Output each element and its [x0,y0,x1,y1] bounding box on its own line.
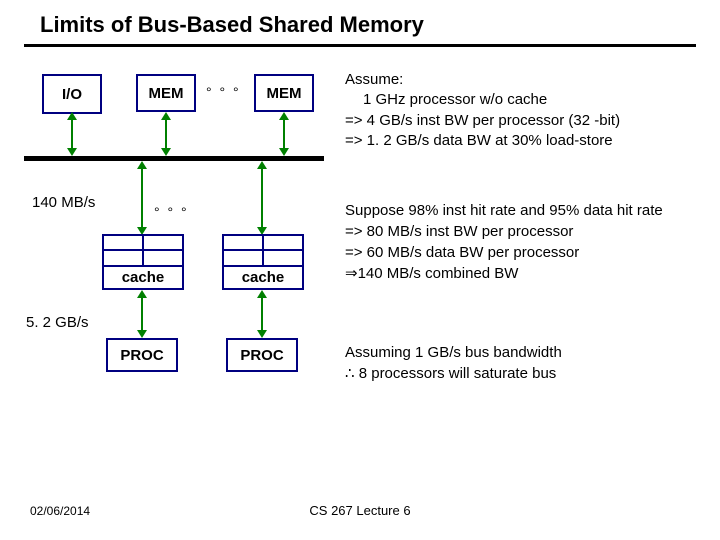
cache-box-1: cache [102,234,184,290]
io-box: I/O [42,74,102,114]
cache-label: cache [104,269,182,286]
bus-line [24,156,324,161]
conclude-l1: Assuming 1 GB/s bus bandwidth [345,344,562,361]
mem-box-2: MEM [254,74,314,112]
suppose-l3: ⇒140 MB/s combined BW [345,265,518,282]
suppose-l1: => 80 MB/s inst BW per processor [345,223,573,240]
assume-head: Assume: [345,71,403,88]
label-140mbs: 140 MB/s [32,194,95,211]
label-52gbs: 5. 2 GB/s [26,314,89,331]
bus-diagram: I/O MEM ° ° ° MEM 140 MB/s ° ° ° [24,64,344,404]
proc-box-1: PROC [106,338,178,372]
cache-label: cache [224,269,302,286]
cache-box-2: cache [222,234,304,290]
slide-title: Limits of Bus-Based Shared Memory [40,12,424,38]
footer-lecture: CS 267 Lecture 6 [0,503,720,518]
conclude-block: Assuming 1 GB/s bus bandwidth ∴ 8 proces… [345,342,705,384]
suppose-l2: => 60 MB/s data BW per processor [345,244,579,261]
dots-icon: ° ° ° [206,84,241,100]
suppose-head: Suppose 98% inst hit rate and 95% data h… [345,202,663,219]
assume-l2: => 4 GB/s inst BW per processor (32 -bit… [345,112,620,129]
dots-icon: ° ° ° [154,204,189,220]
proc-box-2: PROC [226,338,298,372]
assume-block: Assume: 1 GHz processor w/o cache => 4 G… [345,70,705,151]
mem-box-1: MEM [136,74,196,112]
title-rule [24,44,696,47]
suppose-block: Suppose 98% inst hit rate and 95% data h… [345,200,715,284]
conclude-l2: ∴ 8 processors will saturate bus [345,365,556,382]
assume-l3: => 1. 2 GB/s data BW at 30% load-store [345,132,613,149]
assume-l1: 1 GHz processor w/o cache [345,90,705,110]
